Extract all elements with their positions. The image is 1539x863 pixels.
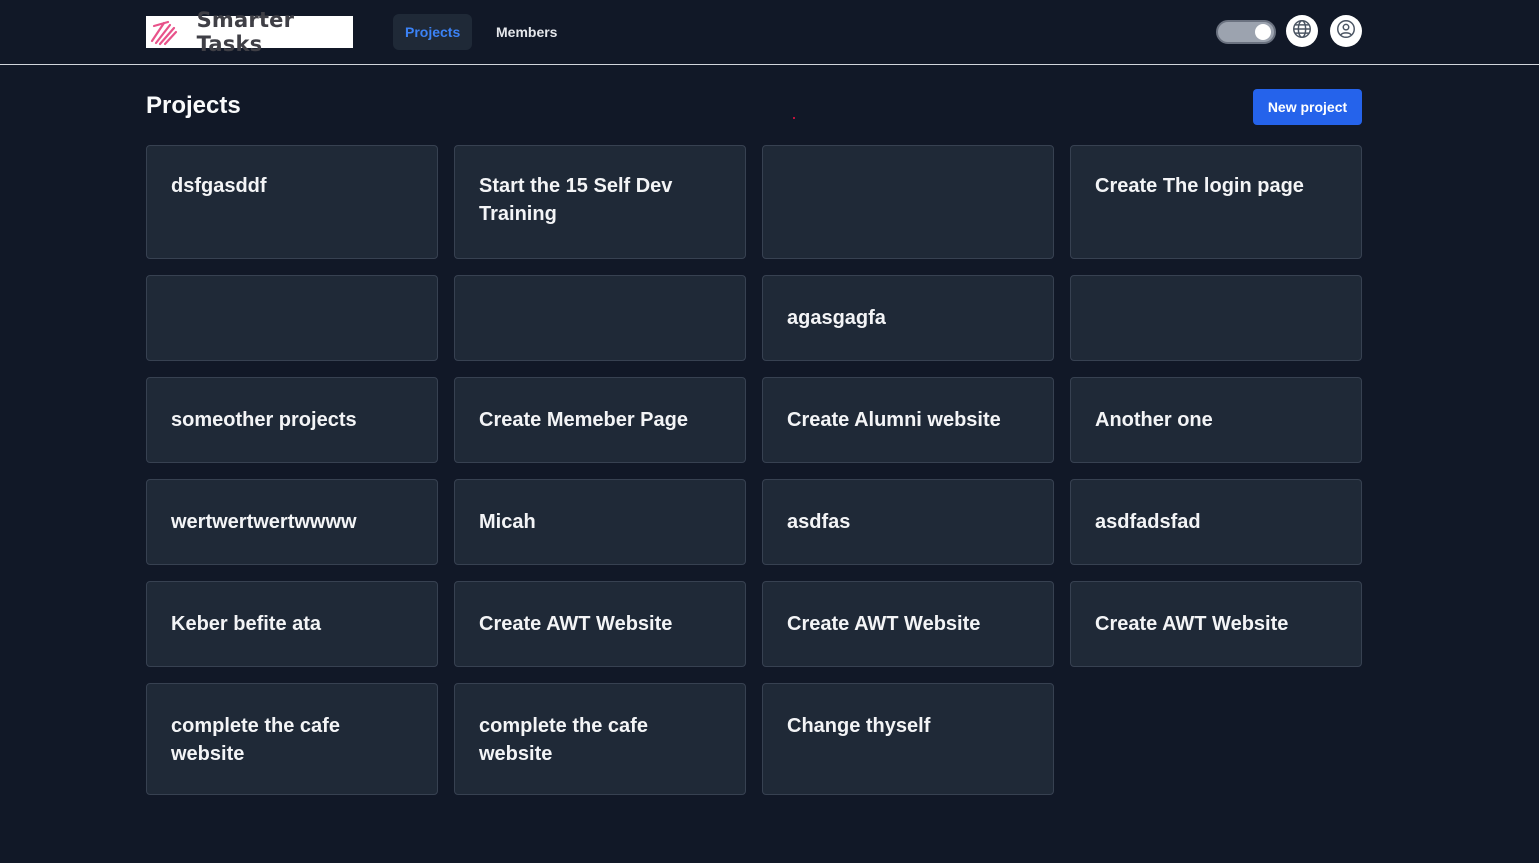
project-card[interactable]: asdfas — [762, 479, 1054, 565]
stray-dot — [793, 117, 795, 119]
project-card[interactable]: wertwertwertwwww — [146, 479, 438, 565]
nav-projects[interactable]: Projects — [393, 14, 473, 50]
project-grid: dsfgasddf Start the 15 Self Dev Training… — [146, 145, 1362, 795]
project-card[interactable]: dsfgasddf — [146, 145, 438, 259]
top-navbar: Smarter Tasks Projects Members — [0, 0, 1539, 65]
project-title: Create The login page — [1095, 175, 1304, 197]
project-title: Another one — [1095, 409, 1213, 431]
project-title: agasgagfa — [787, 307, 886, 329]
project-card[interactable]: Another one — [1070, 377, 1362, 463]
project-card[interactable]: Micah — [454, 479, 746, 565]
project-card[interactable]: someother projects — [146, 377, 438, 463]
project-card[interactable]: Create AWT Website — [762, 581, 1054, 667]
project-title: asdfadsfad — [1095, 511, 1201, 533]
project-title: Change thyself — [787, 715, 931, 737]
project-title: Create AWT Website — [479, 613, 673, 635]
user-menu-button[interactable] — [1330, 15, 1362, 47]
brand-logo[interactable]: Smarter Tasks — [146, 8, 353, 56]
project-title: Create AWT Website — [1095, 613, 1289, 635]
project-title: complete the cafe website — [479, 715, 648, 765]
project-card[interactable] — [762, 145, 1054, 259]
project-card[interactable]: Keber befite ata — [146, 581, 438, 667]
project-card[interactable]: Create Memeber Page — [454, 377, 746, 463]
project-title: someother projects — [171, 409, 357, 431]
toggle-knob — [1255, 24, 1271, 40]
project-title: complete the cafe website — [171, 715, 340, 765]
project-title: Create AWT Website — [787, 613, 981, 635]
language-button[interactable] — [1286, 15, 1318, 47]
nav-members[interactable]: Members — [484, 14, 569, 50]
logo-icon — [146, 16, 183, 48]
project-card[interactable]: Start the 15 Self Dev Training — [454, 145, 746, 259]
project-title: asdfas — [787, 511, 851, 533]
page-title: Projects — [146, 92, 241, 119]
project-card[interactable]: Change thyself — [762, 683, 1054, 795]
project-title: Create Memeber Page — [479, 409, 688, 431]
project-card[interactable]: complete the cafe website — [454, 683, 746, 795]
project-title: Micah — [479, 511, 536, 533]
project-title: Create Alumni website — [787, 409, 1001, 431]
brand-name: Smarter Tasks — [196, 8, 295, 56]
project-card[interactable] — [454, 275, 746, 361]
globe-icon — [1291, 18, 1313, 45]
project-card[interactable]: agasgagfa — [762, 275, 1054, 361]
project-title: dsfgasddf — [171, 175, 267, 197]
user-circle-icon — [1335, 18, 1357, 45]
project-card[interactable]: Create AWT Website — [454, 581, 746, 667]
project-card[interactable]: Create The login page — [1070, 145, 1362, 259]
project-card[interactable] — [1070, 275, 1362, 361]
project-card[interactable]: asdfadsfad — [1070, 479, 1362, 565]
new-project-button[interactable]: New project — [1253, 89, 1362, 125]
project-card[interactable] — [146, 275, 438, 361]
project-title: wertwertwertwwww — [171, 511, 357, 533]
theme-toggle[interactable] — [1216, 20, 1276, 44]
project-card[interactable]: Create Alumni website — [762, 377, 1054, 463]
project-card[interactable]: Create AWT Website — [1070, 581, 1362, 667]
project-card[interactable]: complete the cafe website — [146, 683, 438, 795]
project-title: Keber befite ata — [171, 613, 322, 635]
project-title: Start the 15 Self Dev Training — [479, 175, 673, 225]
